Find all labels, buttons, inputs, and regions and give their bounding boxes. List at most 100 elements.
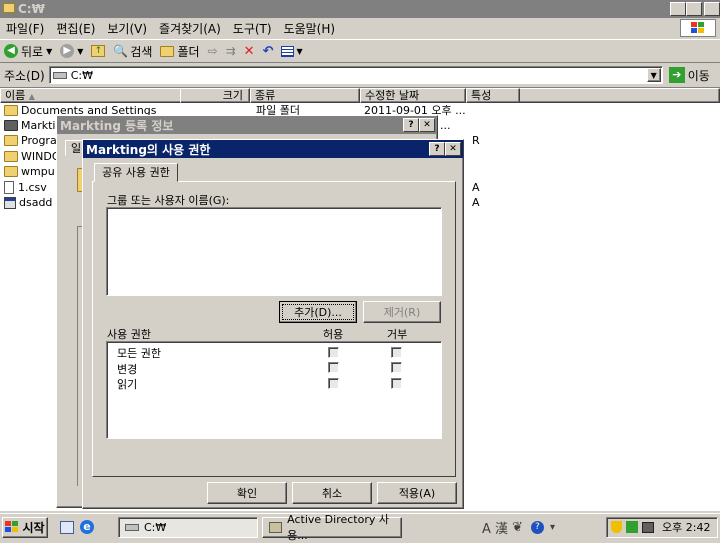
taskbar-task-explorer[interactable]: C:₩ [118,516,258,538]
address-bar: 주소(D) C:₩ ▼ ➔ 이동 [0,64,720,86]
menu-tools[interactable]: 도구(T) [233,20,272,37]
apply-button[interactable]: 적용(A) [377,482,457,504]
address-dropdown-button[interactable]: ▼ [646,68,661,82]
back-button[interactable]: ◀ 뒤로 ▼ [4,43,52,60]
change-deny-checkbox[interactable] [391,362,402,373]
clock[interactable]: 오후 2:42 [662,519,710,535]
close-button[interactable]: ✕ [704,2,720,16]
column-type[interactable]: 종류 [250,88,360,103]
help-button[interactable]: ? [403,118,419,132]
file-date: ... [440,119,451,132]
go-button[interactable]: ➔ 이동 [668,67,710,84]
ime-pad-icon: ❦ [512,519,523,535]
copy-to-icon: ⇉ [225,44,236,58]
windows-logo-icon [680,19,716,37]
deny-column-header: 거부 [387,328,408,341]
group-user-list[interactable] [106,207,442,296]
file-attributes: R [472,134,480,147]
start-button[interactable]: 시작 [2,516,48,538]
folders-button[interactable]: 폴더 [160,43,200,60]
drive-icon [52,71,67,79]
permissions-list: 모든 권한 변경 읽기 [106,341,442,439]
taskbar-task-active-directory[interactable]: Active Directory 사용... [262,513,402,542]
show-desktop-icon[interactable] [60,520,74,534]
executable-icon [4,196,16,209]
views-button[interactable]: ▼ [281,45,303,57]
monitor-icon[interactable] [642,521,654,533]
copy-to-button[interactable]: ⇉ [226,44,236,58]
system-tray: 오후 2:42 [606,516,718,538]
network-icon[interactable] [626,521,638,533]
go-arrow-icon: ➔ [668,67,685,83]
security-shield-icon[interactable] [611,521,622,533]
up-folder-button[interactable]: ↑ [91,45,106,57]
undo-icon: ↶ [262,43,274,59]
options-icon: ▾ [549,521,555,533]
internet-explorer-icon[interactable]: e [80,520,94,534]
menu-edit[interactable]: 편집(E) [56,20,95,37]
views-icon [281,45,295,57]
ok-button[interactable]: 확인 [207,482,287,504]
add-button[interactable]: 추가(D)... [279,301,357,323]
sort-up-icon: ▲ [28,92,35,101]
window-title-bar[interactable]: C:₩ _ ❐ ✕ [0,0,720,18]
folder-icon [4,105,18,116]
help-icon: ? [530,520,544,534]
file-attributes: A [472,196,480,209]
read-deny-checkbox[interactable] [391,378,402,389]
full-control-allow-checkbox[interactable] [328,347,339,358]
permission-full-control: 모든 권한 [117,347,161,360]
list-item[interactable]: Progra [4,133,57,148]
language-bar[interactable]: A 漢 ❦ ? ▾ [482,518,555,537]
permissions-dialog-title[interactable]: Markting의 사용 권한 [83,140,463,158]
window-title: C:₩ [18,2,45,16]
restore-button[interactable]: ❐ [686,2,702,16]
menu-help[interactable]: 도움말(H) [284,20,336,37]
taskbar: 시작 e C:₩ Active Directory 사용... A 漢 ❦ ? … [0,513,720,542]
drive-icon [125,523,139,531]
column-attributes[interactable]: 특성 [466,88,520,103]
back-arrow-icon: ◀ [4,44,18,58]
minimize-button[interactable]: _ [670,2,686,16]
list-item[interactable]: dsadd [4,195,52,210]
menu-favorites[interactable]: 즐겨찾기(A) [159,20,221,37]
search-button[interactable]: 🔍 검색 [113,43,152,60]
delete-button[interactable]: ✕ [244,44,255,59]
column-size[interactable]: 크기 [180,88,250,103]
move-to-button[interactable]: ⇨ [208,44,218,58]
column-date[interactable]: 수정한 날짜 [360,88,466,103]
chevron-down-icon: ▼ [296,46,303,56]
menu-view[interactable]: 보기(V) [107,20,147,37]
undo-button[interactable]: ↶ [263,44,274,59]
csv-file-icon [4,181,14,194]
list-item[interactable]: 1.csv [4,180,47,195]
menu-file[interactable]: 파일(F) [6,20,44,37]
list-item[interactable]: wmpu [4,164,55,179]
properties-dialog-title[interactable]: Markting 등록 정보 [57,116,437,134]
address-input[interactable]: C:₩ ▼ [48,66,663,84]
forward-button[interactable]: ▶ ▼ [60,44,83,58]
forward-arrow-icon: ▶ [60,44,75,58]
windows-flag-icon [5,521,19,532]
read-allow-checkbox[interactable] [328,378,339,389]
folder-icon [4,135,18,146]
folder-icon [160,45,175,57]
remove-button[interactable]: 제거(R) [363,301,441,323]
permission-change: 변경 [117,363,138,376]
cancel-button[interactable]: 취소 [292,482,372,504]
change-allow-checkbox[interactable] [328,362,339,373]
permissions-label: 사용 권한 [107,328,151,341]
tab-share-permissions[interactable]: 공유 사용 권한 [94,163,178,182]
permissions-dialog: Markting의 사용 권한 ? ✕ 공유 사용 권한 그룹 또는 사용자 이… [82,139,464,509]
delete-x-icon: ✕ [243,43,255,59]
list-item[interactable]: WINDO [4,149,60,164]
address-label: 주소(D) [4,68,45,83]
file-attributes: A [472,181,480,194]
full-control-deny-checkbox[interactable] [391,347,402,358]
folder-icon [4,120,18,131]
help-button[interactable]: ? [429,142,445,156]
move-to-icon: ⇨ [207,44,218,58]
close-button[interactable]: ✕ [419,118,435,132]
folder-icon [4,151,18,162]
close-button[interactable]: ✕ [445,142,461,156]
